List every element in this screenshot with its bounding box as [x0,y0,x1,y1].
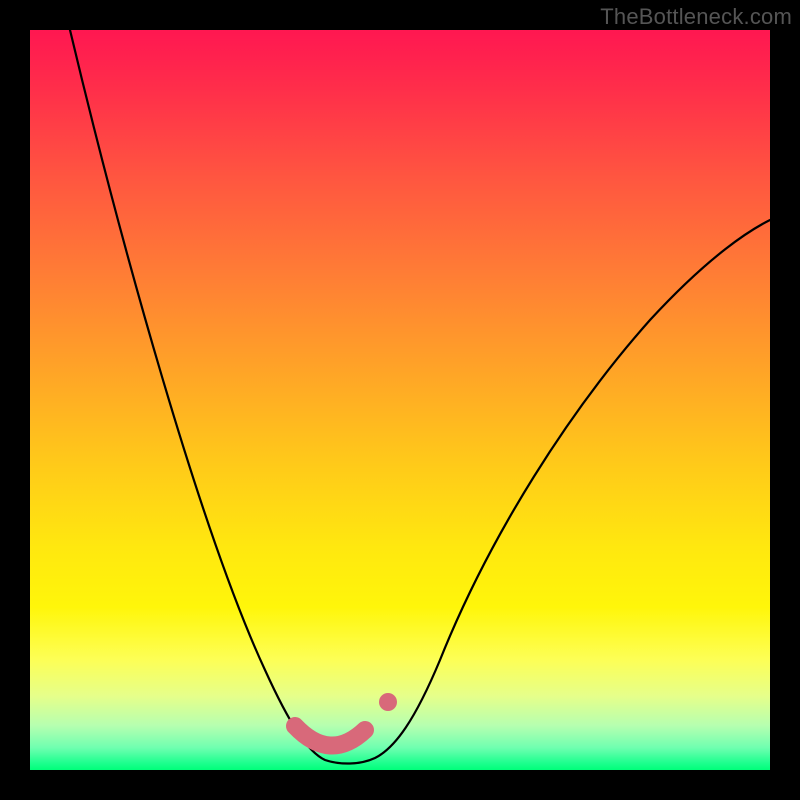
watermark-text: TheBottleneck.com [600,4,792,30]
chart-overlay-svg [30,30,770,770]
optimal-range-dot [379,693,397,711]
optimal-range-highlight [295,726,365,746]
chart-frame: TheBottleneck.com [0,0,800,800]
bottleneck-curve [70,30,770,764]
